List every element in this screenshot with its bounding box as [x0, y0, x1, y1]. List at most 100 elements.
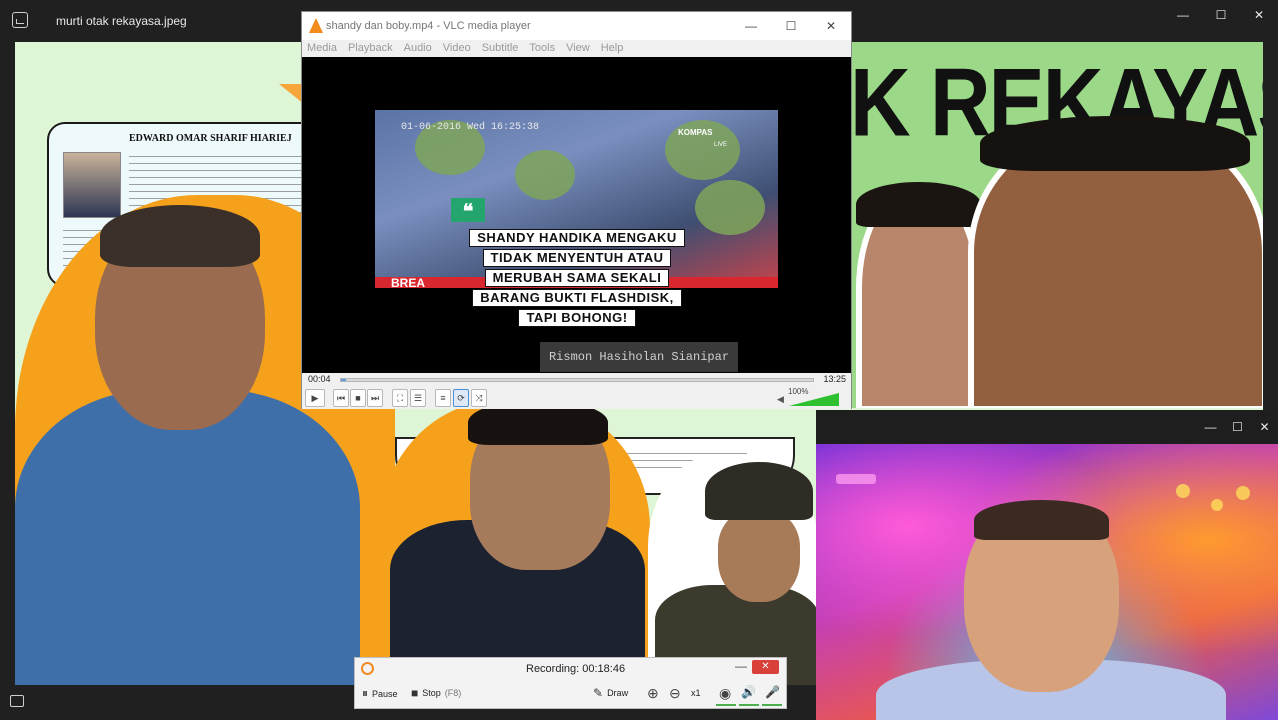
desktop: murti otak rekayasa.jpeg — ☐ ✕ EDWARD OM… [0, 0, 1278, 720]
speaker-icon[interactable]: ◀ [777, 394, 784, 405]
microphone-active-indicator [762, 704, 782, 706]
vlc-window: shandy dan boby.mp4 - VLC media player —… [301, 11, 852, 409]
banner-face-right-hair [980, 116, 1250, 171]
vlc-seekbar-row: 00:04 13:25 [302, 373, 851, 387]
menu-media[interactable]: Media [307, 40, 337, 57]
webcam-window-controls: — ☐ ✕ [1197, 414, 1278, 440]
recorder-close-button[interactable]: ✕ [752, 660, 779, 674]
caption-line: BARANG BUKTI FLASHDISK, [472, 289, 682, 307]
minimize-button[interactable]: — [1164, 0, 1202, 30]
recording-status: Recording: 00:18:46 [526, 663, 626, 675]
draw-button[interactable]: ✎ Draw [593, 686, 628, 700]
speaker-active-indicator [739, 704, 759, 706]
webcam-maximize-button[interactable]: ☐ [1224, 414, 1251, 440]
fullscreen-button[interactable]: ⛶ [392, 389, 408, 407]
webcam-window: — ☐ ✕ [816, 410, 1278, 720]
quote-icon: ❝ [451, 198, 485, 223]
webcam-active-indicator [716, 704, 736, 706]
collage-person-left-body [15, 390, 360, 685]
collage-officer-head [718, 510, 800, 602]
zoom-in-icon[interactable]: ⊕ [647, 685, 659, 702]
vlc-cone-icon [309, 18, 323, 33]
menu-view[interactable]: View [566, 40, 590, 57]
collage-person-left-hair [100, 205, 260, 267]
banner-face-left-hair [856, 182, 981, 227]
webcam-person-hair [974, 500, 1109, 540]
webcam-minimize-button[interactable]: — [1197, 414, 1224, 440]
pause-icon: ⏸ [362, 686, 369, 700]
close-button[interactable]: ✕ [1240, 0, 1278, 30]
screen-recorder: Recording: 00:18:46 — ✕ ⏸ Pause ■ Stop (… [354, 657, 787, 709]
bokeh-light [1211, 499, 1223, 511]
seek-slider[interactable] [340, 378, 814, 382]
filmstrip-icon[interactable] [10, 695, 24, 707]
stop-shortcut: (F8) [444, 688, 462, 698]
recorder-header: Recording: 00:18:46 — ✕ [355, 658, 786, 680]
extended-settings-button[interactable]: ☰ [410, 389, 426, 407]
previous-button[interactable]: ⏮ [333, 389, 349, 407]
vlc-title: shandy dan boby.mp4 - VLC media player [326, 20, 531, 32]
caption-line: MERUBAH SAMA SEKALI [484, 269, 670, 287]
playlist-button[interactable]: ≡ [435, 389, 451, 407]
menu-subtitle[interactable]: Subtitle [482, 40, 519, 57]
maximize-button[interactable]: ☐ [1202, 0, 1240, 30]
vlc-minimize-button[interactable]: — [731, 12, 771, 40]
menu-playback[interactable]: Playback [348, 40, 393, 57]
profile-card-name: EDWARD OMAR SHARIF HIARIEJ [129, 133, 292, 144]
menu-help[interactable]: Help [601, 40, 624, 57]
video-channel-logo: KOMPAS [678, 128, 713, 137]
viewer-margin-left [0, 42, 15, 685]
pause-label: Pause [372, 688, 398, 699]
stop-label: Stop [422, 688, 441, 698]
video-watermark: Rismon Hasiholan Sianipar [540, 342, 738, 372]
stop-button[interactable]: ■ [350, 389, 366, 407]
play-button[interactable]: ▶ [305, 389, 325, 407]
photo-viewer-window-controls: — ☐ ✕ [1164, 0, 1278, 30]
loop-button[interactable]: ⟳ [453, 389, 469, 407]
time-total[interactable]: 13:25 [823, 374, 846, 384]
menu-tools[interactable]: Tools [529, 40, 555, 57]
photos-app-icon [12, 12, 28, 28]
microphone-icon[interactable]: 🎤 [765, 685, 780, 699]
webcam-close-button[interactable]: ✕ [1251, 414, 1278, 440]
caption-line: SHANDY HANDIKA MENGAKU [469, 229, 685, 247]
vlc-menubar: Media Playback Audio Video Subtitle Tool… [302, 40, 851, 57]
pen-icon: ✎ [593, 686, 604, 700]
vlc-video-area[interactable]: 01-06-2016 Wed 16:25:38 KOMPAS LIVE ❝ BR… [302, 57, 851, 373]
recorder-icon [361, 662, 374, 675]
speaker-icon[interactable]: 🔊 [741, 685, 756, 699]
photo-viewer-title: murti otak rekayasa.jpeg [56, 14, 187, 28]
video-ticker-text: BREA [391, 276, 426, 290]
time-elapsed: 00:04 [308, 374, 331, 384]
video-timestamp: 01-06-2016 Wed 16:25:38 [401, 122, 540, 133]
seek-progress [341, 379, 346, 381]
shuffle-button[interactable]: ⤨ [471, 389, 487, 407]
video-plant [515, 150, 575, 200]
video-channel-sub: LIVE [714, 142, 728, 148]
webcam-icon[interactable]: ◉ [719, 685, 731, 702]
vlc-window-controls: — ☐ ✕ [731, 12, 851, 40]
stop-icon: ■ [411, 686, 419, 700]
caption-line: TAPI BOHONG! [518, 309, 636, 327]
vlc-close-button[interactable]: ✕ [811, 12, 851, 40]
collage-officer-cap [705, 462, 813, 520]
bokeh-light [836, 474, 876, 484]
zoom-out-icon[interactable]: ⊖ [669, 685, 681, 702]
vlc-titlebar: shandy dan boby.mp4 - VLC media player —… [302, 12, 851, 40]
collage-banner: K REKAYASA [850, 42, 1263, 408]
pause-button[interactable]: ⏸ Pause [362, 686, 398, 701]
bokeh-light [1176, 484, 1190, 498]
video-plant [695, 180, 765, 235]
next-button[interactable]: ⏭ [367, 389, 383, 407]
webcam-feed [816, 444, 1278, 720]
bokeh-light [1236, 486, 1250, 500]
vlc-controls: ▶ ⏮ ■ ⏭ ⛶ ☰ ≡ ⟳ ⤨ ◀ 100% [302, 387, 851, 409]
zoom-level: x1 [691, 688, 701, 698]
volume-percent: 100% [788, 387, 809, 396]
recorder-minimize-button[interactable]: — [735, 659, 747, 673]
menu-video[interactable]: Video [443, 40, 471, 57]
stop-recording-button[interactable]: ■ Stop (F8) [411, 686, 461, 700]
menu-audio[interactable]: Audio [404, 40, 432, 57]
vlc-maximize-button[interactable]: ☐ [771, 12, 811, 40]
video-caption: SHANDY HANDIKA MENGAKU TIDAK MENYENTUH A… [452, 229, 702, 329]
